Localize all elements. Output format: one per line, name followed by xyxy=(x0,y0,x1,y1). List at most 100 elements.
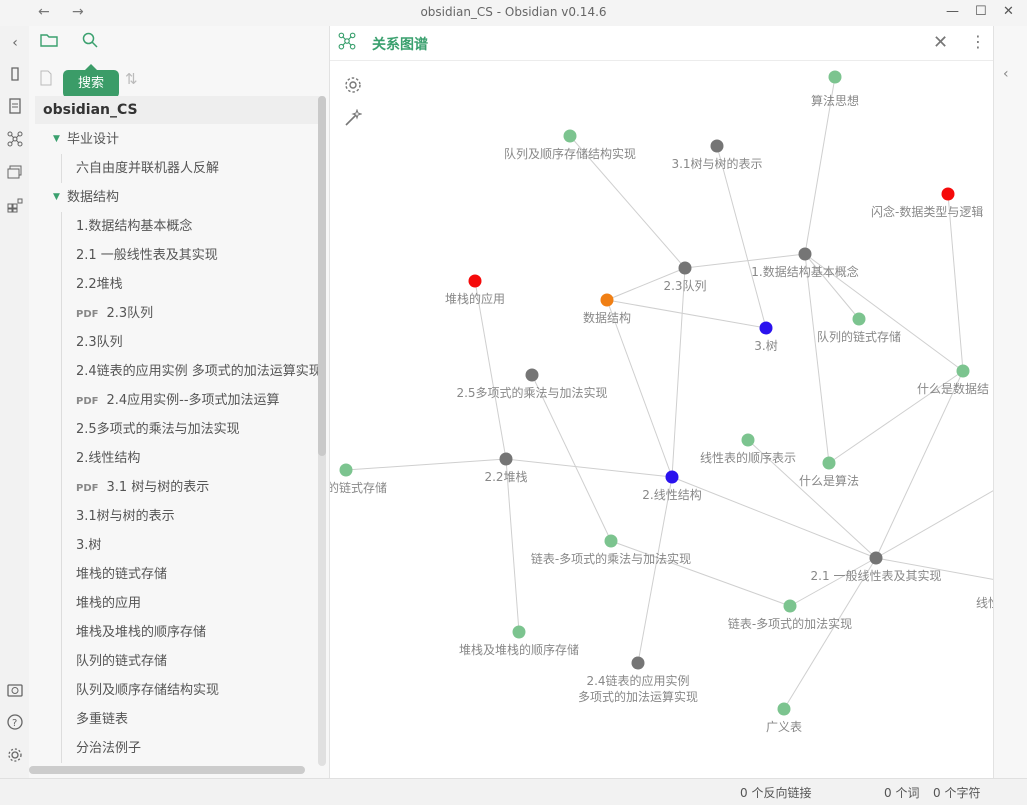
settings-icon[interactable] xyxy=(6,747,24,765)
file-item[interactable]: 六自由度并联机器人反解 xyxy=(61,154,319,183)
graph-edge xyxy=(875,370,964,559)
file-item[interactable]: 2.4链表的应用实例 多项式的加法运算实现 xyxy=(61,357,319,386)
graph-node[interactable] xyxy=(956,364,970,378)
file-item[interactable]: 堆栈的应用 xyxy=(61,589,319,618)
close-view-icon[interactable]: ✕ xyxy=(933,32,948,53)
file-item[interactable]: 1.数据结构基本概念 xyxy=(61,212,319,241)
file-label: 2.3队列 xyxy=(76,335,123,350)
folder-item[interactable]: ▼ 数据结构 xyxy=(29,183,319,212)
word-count: 0 个词 xyxy=(884,786,920,800)
open-file-icon[interactable] xyxy=(6,66,24,84)
file-item[interactable]: 3.1树与树的表示 xyxy=(61,502,319,531)
sidebar-scrollbar[interactable] xyxy=(318,96,326,456)
close-window-button[interactable]: ✕ xyxy=(1003,4,1014,19)
folder-label: 毕业设计 xyxy=(67,132,120,147)
file-item[interactable]: 堆栈及堆栈的顺序存储 xyxy=(61,618,319,647)
graph-node-label: 队列的链式存储 xyxy=(817,329,901,344)
graph-node[interactable] xyxy=(678,261,692,275)
graph-node[interactable] xyxy=(600,293,614,307)
file-item[interactable]: 队列及顺序存储结构实现 xyxy=(61,676,319,705)
pdf-badge: PDF xyxy=(76,396,99,407)
graph-node[interactable] xyxy=(941,187,955,201)
graph-node[interactable] xyxy=(710,139,724,153)
graph-canvas[interactable]: 算法思想队列及顺序存储结构实现 3.1树与树的表示闪念-数据类型与逻辑 1.数据结构… xyxy=(330,61,993,778)
graph-node-label: 2.1 一般线性表及其实现 xyxy=(811,568,942,583)
graph-node[interactable] xyxy=(339,463,353,477)
file-item[interactable]: 队列的链式存储 xyxy=(61,647,319,676)
file-explorer-sidebar: ⇅ 搜索 obsidian_CS ▼ 毕业设计 六自由度并联机器人反解 ▼ 数据结构 1.… xyxy=(29,26,330,778)
help-icon[interactable]: ? xyxy=(6,714,24,732)
file-item[interactable]: 2.2堆栈 xyxy=(61,270,319,299)
animate-graph-icon[interactable] xyxy=(344,108,363,132)
graph-node-label: 2.4链表的应用实例 xyxy=(586,673,689,688)
file-label: 队列的链式存储 xyxy=(76,654,168,669)
expand-right-sidebar-icon[interactable]: ‹ xyxy=(1003,66,1009,82)
file-label: 队列及顺序存储结构实现 xyxy=(76,683,220,698)
sidebar-horizontal-scrollbar[interactable] xyxy=(29,766,305,774)
graph-node[interactable] xyxy=(631,656,645,670)
file-item[interactable]: 2.线性结构 xyxy=(61,444,319,473)
pdf-badge: PDF xyxy=(76,483,99,494)
graph-icon[interactable] xyxy=(6,131,24,149)
file-item[interactable]: 2.5多项式的乘法与加法实现 xyxy=(61,415,319,444)
graph-node-label: 链表-多项式的乘法与加法实现 xyxy=(531,551,691,566)
caret-down-icon[interactable]: ▼ xyxy=(53,125,60,154)
graph-node[interactable] xyxy=(665,470,679,484)
graph-node-label: 2.2堆栈 xyxy=(484,469,527,484)
folder-icon[interactable] xyxy=(38,32,60,54)
file-item[interactable]: 2.1 一般线性表及其实现 xyxy=(61,241,319,270)
caret-down-icon[interactable]: ▼ xyxy=(53,183,60,212)
file-label: 3.1 树与树的表示 xyxy=(106,480,210,495)
folder-item[interactable]: ▼ 毕业设计 xyxy=(29,125,319,154)
vault-icon[interactable] xyxy=(6,682,24,700)
more-options-icon[interactable]: ⋮ xyxy=(970,32,986,51)
graph-node[interactable] xyxy=(798,247,812,261)
file-label: 3.1树与树的表示 xyxy=(76,509,175,524)
graph-node[interactable] xyxy=(563,129,577,143)
graph-node-label: 什么是算法 xyxy=(799,473,859,488)
vault-name[interactable]: obsidian_CS xyxy=(35,96,325,124)
graph-node[interactable] xyxy=(822,456,836,470)
graph-node[interactable] xyxy=(512,625,526,639)
file-item[interactable]: 多重链表 xyxy=(61,705,319,734)
daily-note-icon[interactable] xyxy=(6,98,24,116)
new-note-icon[interactable] xyxy=(39,70,53,90)
right-sidebar-collapsed: ‹ xyxy=(993,26,1027,778)
backlinks-count[interactable]: 0 个反向链接 xyxy=(740,784,811,801)
graph-node[interactable] xyxy=(741,433,755,447)
plugin-icon[interactable] xyxy=(6,197,24,215)
file-label: 2.5多项式的乘法与加法实现 xyxy=(76,422,240,437)
file-item[interactable]: 2.3队列 xyxy=(61,328,319,357)
file-label: 六自由度并联机器人反解 xyxy=(76,161,220,176)
graph-node[interactable] xyxy=(777,702,791,716)
graph-node[interactable] xyxy=(783,599,797,613)
graph-node[interactable] xyxy=(499,452,513,466)
graph-node[interactable] xyxy=(869,551,883,565)
graph-settings-icon[interactable] xyxy=(344,76,362,99)
file-item[interactable]: PDF 2.4应用实例--多项式加法运算 xyxy=(61,386,319,415)
file-item[interactable]: 堆栈的链式存储 xyxy=(61,560,319,589)
graph-edge xyxy=(716,145,767,329)
graph-node[interactable] xyxy=(468,274,482,288)
graph-node-label: 链表-多项式的加法实现 xyxy=(728,616,852,631)
file-label: 多重链表 xyxy=(76,712,129,727)
sort-icon[interactable]: ⇅ xyxy=(125,70,138,88)
graph-node[interactable] xyxy=(604,534,618,548)
graph-node[interactable] xyxy=(759,321,773,335)
file-label: 2.3队列 xyxy=(106,306,154,321)
file-item[interactable]: PDF 2.3队列 xyxy=(61,299,319,328)
minimize-button[interactable]: — xyxy=(946,4,959,19)
graph-node[interactable] xyxy=(852,312,866,326)
graph-node[interactable] xyxy=(525,368,539,382)
file-item[interactable]: 3.树 xyxy=(61,531,319,560)
collapse-icon[interactable]: ‹ xyxy=(6,34,24,52)
graph-node[interactable] xyxy=(828,70,842,84)
search-icon[interactable] xyxy=(79,32,101,54)
graph-edge xyxy=(947,193,964,372)
char-count: 0 个字符 xyxy=(933,786,981,800)
window-title: obsidian_CS - Obsidian v0.14.6 xyxy=(420,5,607,19)
slides-icon[interactable] xyxy=(6,164,24,182)
maximize-button[interactable]: ☐ xyxy=(975,4,987,19)
file-item[interactable]: PDF 3.1 树与树的表示 xyxy=(61,473,319,502)
file-item[interactable]: 分治法例子 xyxy=(61,734,319,763)
